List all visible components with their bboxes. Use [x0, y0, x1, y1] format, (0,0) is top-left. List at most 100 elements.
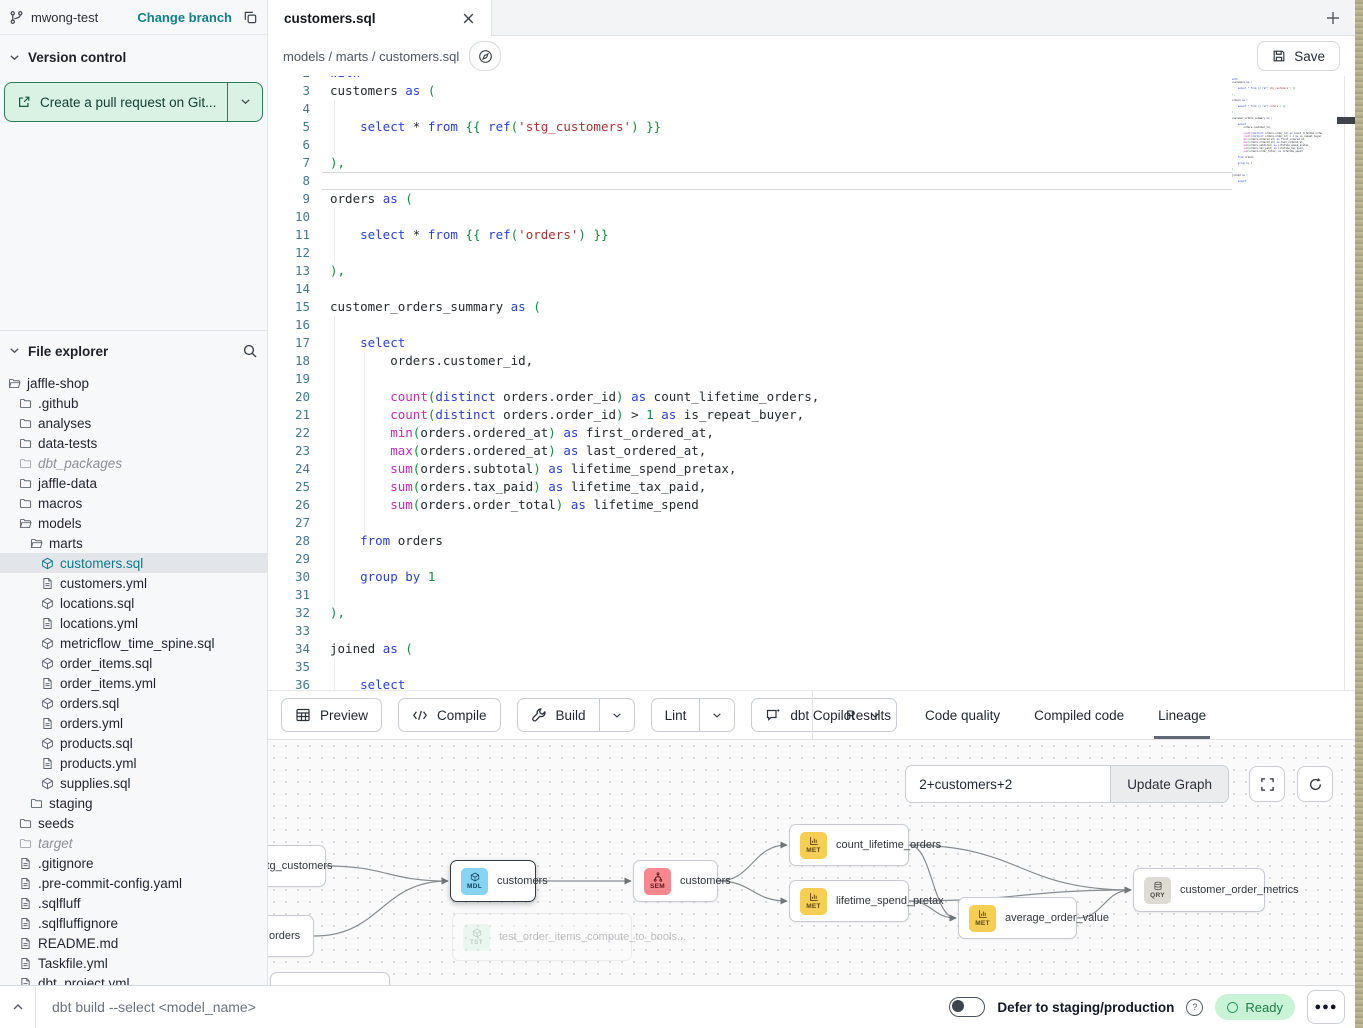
code-line-18[interactable]: orders.customer_id,	[322, 352, 1232, 370]
tab-compiled-code[interactable]: Compiled code	[1034, 691, 1124, 739]
command-input[interactable]	[36, 998, 949, 1016]
tree-item-products-yml[interactable]: products.yml	[0, 753, 267, 773]
code-line-28[interactable]: from orders	[322, 532, 1232, 550]
preview-button[interactable]: Preview	[282, 699, 381, 731]
tree-item-taskfile-yml[interactable]: Taskfile.yml	[0, 953, 267, 973]
build-dropdown-button[interactable]	[600, 699, 634, 731]
lineage-node-stg_customers[interactable]: stg_customers	[268, 845, 326, 887]
tree-item--github[interactable]: .github	[0, 393, 267, 413]
file-explorer-header[interactable]: File explorer	[0, 331, 267, 369]
code-line-7[interactable]: ),	[322, 154, 1232, 172]
tree-item-macros[interactable]: macros	[0, 493, 267, 513]
tree-item--sqlfluffignore[interactable]: .sqlfluffignore	[0, 913, 267, 933]
lineage-node-test_order_items[interactable]: TSTtest_order_items_compute_to_bools...	[452, 913, 632, 961]
code-line-21[interactable]: count(distinct orders.order_id) > 1 as i…	[322, 406, 1232, 424]
version-control-header[interactable]: Version control	[0, 35, 267, 75]
code-line-14[interactable]	[322, 280, 1232, 298]
code-line-16[interactable]	[322, 316, 1232, 334]
tree-item-jaffle-data[interactable]: jaffle-data	[0, 473, 267, 493]
tree-item-jaffle-shop[interactable]: jaffle-shop	[0, 373, 267, 393]
code-line-22[interactable]: min(orders.ordered_at) as first_ordered_…	[322, 424, 1232, 442]
new-tab-button[interactable]	[1325, 10, 1341, 26]
lineage-node-count_lifetime_orders[interactable]: METcount_lifetime_orders	[789, 824, 909, 866]
tree-item-orders-sql[interactable]: orders.sql	[0, 693, 267, 713]
code-lines[interactable]: withcustomers as ( select * from {{ ref(…	[322, 76, 1232, 690]
code-line-20[interactable]: count(distinct orders.order_id) as count…	[322, 388, 1232, 406]
tree-item--gitignore[interactable]: .gitignore	[0, 853, 267, 873]
tree-item-analyses[interactable]: analyses	[0, 413, 267, 433]
editor-scrollbar-thumb[interactable]	[1337, 117, 1355, 124]
code-line-5[interactable]: select * from {{ ref('stg_customers') }}	[322, 118, 1232, 136]
tree-item--sqlfluff[interactable]: .sqlfluff	[0, 893, 267, 913]
tab-lineage[interactable]: Lineage	[1158, 691, 1206, 739]
code-line-6[interactable]	[322, 136, 1232, 154]
code-line-32[interactable]: ),	[322, 604, 1232, 622]
code-line-15[interactable]: customer_orders_summary as (	[322, 298, 1232, 316]
tree-item-metricflow-time-spine-sql[interactable]: metricflow_time_spine.sql	[0, 633, 267, 653]
lineage-node-customer_order_metrics[interactable]: QRYcustomer_order_metrics	[1133, 868, 1265, 912]
build-button[interactable]: Build	[518, 699, 599, 731]
code-line-34[interactable]: joined as (	[322, 640, 1232, 658]
code-line-36[interactable]: select	[322, 676, 1232, 690]
lineage-node-orders[interactable]: orders	[268, 915, 314, 957]
code-line-35[interactable]	[322, 658, 1232, 676]
compile-button[interactable]: Compile	[399, 699, 500, 731]
tree-item-order-items-sql[interactable]: order_items.sql	[0, 653, 267, 673]
tree-item-dbt-packages[interactable]: dbt_packages	[0, 453, 267, 473]
code-editor[interactable]: 2345678910111213141516171819202122232425…	[268, 76, 1355, 690]
tree-item-customers-sql[interactable]: customers.sql	[0, 553, 267, 573]
code-line-17[interactable]: select	[322, 334, 1232, 352]
minimap[interactable]: withcustomers as ( select * from {{ ref(…	[1232, 78, 1322, 208]
code-line-33[interactable]	[322, 622, 1232, 640]
caret-up-icon[interactable]	[0, 986, 36, 1028]
code-line-26[interactable]: sum(orders.order_total) as lifetime_spen…	[322, 496, 1232, 514]
lineage-node-customers_model[interactable]: MDLcustomers	[450, 860, 536, 902]
code-line-3[interactable]: customers as (	[322, 82, 1232, 100]
tree-item-locations-sql[interactable]: locations.sql	[0, 593, 267, 613]
compass-icon[interactable]	[469, 41, 501, 71]
code-line-31[interactable]	[322, 586, 1232, 604]
lint-button[interactable]: Lint	[652, 699, 700, 731]
tree-item-supplies-sql[interactable]: supplies.sql	[0, 773, 267, 793]
code-line-9[interactable]: orders as (	[322, 190, 1232, 208]
code-line-23[interactable]: max(orders.ordered_at) as last_ordered_a…	[322, 442, 1232, 460]
defer-toggle[interactable]	[949, 997, 985, 1017]
code-line-29[interactable]	[322, 550, 1232, 568]
code-line-11[interactable]: select * from {{ ref('orders') }}	[322, 226, 1232, 244]
code-line-13[interactable]: ),	[322, 262, 1232, 280]
lineage-node-partial_node[interactable]	[270, 972, 390, 985]
code-line-30[interactable]: group by 1	[322, 568, 1232, 586]
code-line-25[interactable]: sum(orders.tax_paid) as lifetime_tax_pai…	[322, 478, 1232, 496]
tree-item-customers-yml[interactable]: customers.yml	[0, 573, 267, 593]
code-line-12[interactable]	[322, 244, 1232, 262]
help-icon[interactable]: ?	[1186, 999, 1203, 1016]
create-pull-request-button[interactable]: Create a pull request on Git...	[4, 82, 263, 122]
tree-item-locations-yml[interactable]: locations.yml	[0, 613, 267, 633]
tree-item-staging[interactable]: staging	[0, 793, 267, 813]
code-line-8[interactable]	[322, 172, 1232, 190]
code-line-24[interactable]: sum(orders.subtotal) as lifetime_spend_p…	[322, 460, 1232, 478]
tree-item-orders-yml[interactable]: orders.yml	[0, 713, 267, 733]
lint-dropdown-button[interactable]	[700, 699, 734, 731]
tab-customers-sql[interactable]: customers.sql	[268, 0, 492, 36]
tree-item--pre-commit-config-yaml[interactable]: .pre-commit-config.yaml	[0, 873, 267, 893]
tree-item-products-sql[interactable]: products.sql	[0, 733, 267, 753]
tree-item-models[interactable]: models	[0, 513, 267, 533]
close-icon[interactable]	[462, 12, 475, 25]
pr-dropdown-button[interactable]	[227, 83, 262, 121]
lineage-node-customers_sem[interactable]: SEMcustomers	[633, 860, 718, 902]
tree-item-dbt-project-yml[interactable]: dbt_project.yml	[0, 973, 267, 985]
tree-item-target[interactable]: target	[0, 833, 267, 853]
refresh-icon[interactable]	[1297, 766, 1333, 802]
tree-item-marts[interactable]: marts	[0, 533, 267, 553]
update-graph-button[interactable]: Update Graph	[1110, 766, 1228, 802]
change-branch-link[interactable]: Change branch	[137, 10, 232, 25]
search-icon[interactable]	[242, 343, 258, 359]
code-line-10[interactable]	[322, 208, 1232, 226]
code-line-4[interactable]	[322, 100, 1232, 118]
more-options-button[interactable]: ●●●	[1307, 990, 1345, 1024]
fullscreen-icon[interactable]	[1249, 766, 1285, 802]
tree-item-order-items-yml[interactable]: order_items.yml	[0, 673, 267, 693]
tab-code-quality[interactable]: Code quality	[925, 691, 1000, 739]
code-line-27[interactable]	[322, 514, 1232, 532]
